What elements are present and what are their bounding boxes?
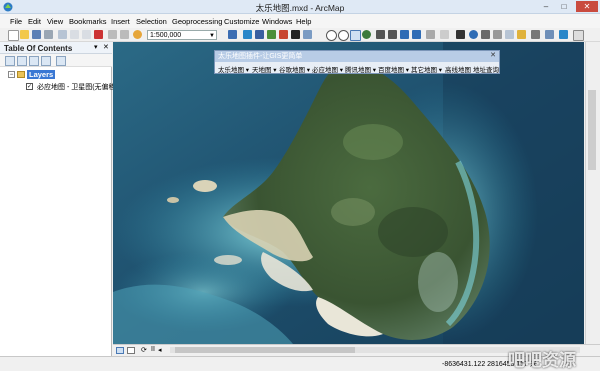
plugin-title: 太乐地图插件-让GIS更简单 — [218, 53, 303, 60]
new-document-icon[interactable] — [8, 30, 19, 41]
close-window-button[interactable]: ✕ — [576, 1, 598, 12]
data-view-icon[interactable] — [116, 347, 124, 354]
list-by-selection-icon[interactable] — [41, 56, 51, 66]
taile-map-plugin-toolbar: 太乐地图插件-让GIS更简单 ✕ 太乐地图 ▾ 天地图 ▾ 谷歌地图 ▾ 必应地… — [214, 50, 500, 74]
collapse-layers-icon[interactable]: − — [8, 71, 15, 78]
window-title: 太乐地图.mxd - ArcMap — [255, 3, 345, 13]
cut-icon[interactable] — [58, 30, 67, 39]
toc-header: Table Of Contents ▾ ✕ — [0, 42, 112, 54]
toc-toolbar — [0, 54, 112, 67]
plugin-other-map-dropdown[interactable]: 其它地图 ▾ — [411, 64, 442, 74]
zoom-in-icon[interactable] — [326, 30, 337, 41]
satellite-image — [113, 42, 584, 344]
menu-help[interactable]: Help — [296, 17, 311, 26]
menu-bookmarks[interactable]: Bookmarks — [69, 17, 107, 26]
plugin-bing-map-dropdown[interactable]: 必应地图 ▾ — [312, 64, 343, 74]
create-viewer-icon[interactable] — [559, 30, 568, 39]
plugin-tencent-map-dropdown[interactable]: 腾讯地图 ▾ — [345, 64, 376, 74]
select-elements-icon[interactable] — [456, 30, 465, 39]
menu-selection[interactable]: Selection — [136, 17, 167, 26]
plugin-contour-map-button[interactable]: 高线地图 — [445, 64, 471, 74]
minimize-button[interactable]: – — [538, 1, 554, 12]
map-scale-dropdown[interactable]: 1:500,000 ▼ — [147, 30, 217, 40]
title-bar: 太乐地图.mxd - ArcMap – □ ✕ — [0, 0, 600, 14]
pan-icon[interactable] — [350, 30, 361, 41]
paste-icon[interactable] — [82, 30, 91, 39]
map-vertical-scrollbar[interactable] — [585, 42, 600, 344]
identify-icon[interactable] — [469, 30, 478, 39]
watermark-text: 吧吧资源 — [508, 351, 576, 370]
list-by-drawing-order-icon[interactable] — [5, 56, 15, 66]
toc-options-icon[interactable]: ▾ — [94, 43, 98, 51]
previous-extent-icon[interactable] — [400, 30, 409, 39]
html-popup-icon[interactable] — [517, 30, 526, 39]
list-by-source-icon[interactable] — [17, 56, 27, 66]
python-window-icon[interactable] — [291, 30, 300, 39]
editor-toolbar-icon[interactable] — [228, 30, 237, 39]
refresh-icon[interactable]: ⟳ — [141, 346, 147, 354]
menu-view[interactable]: View — [47, 17, 63, 26]
hyperlink-icon[interactable] — [505, 30, 514, 39]
save-icon[interactable] — [32, 30, 41, 39]
toc-title: Table Of Contents — [4, 44, 73, 53]
catalog-icon[interactable] — [255, 30, 264, 39]
full-extent-icon[interactable] — [362, 30, 371, 39]
undo-icon[interactable] — [108, 30, 117, 39]
table-of-contents-icon[interactable] — [243, 30, 252, 39]
toc-options-button-icon[interactable] — [56, 56, 66, 66]
scroll-left-icon[interactable]: ◂ — [158, 346, 162, 354]
vertical-scroll-thumb[interactable] — [588, 90, 596, 170]
copy-icon[interactable] — [70, 30, 79, 39]
pause-drawing-icon[interactable]: II — [151, 346, 155, 353]
maximize-button[interactable]: □ — [556, 1, 572, 12]
menu-bar: File Edit View Bookmarks Insert Selectio… — [0, 14, 600, 28]
plugin-tianditu-dropdown[interactable]: 天地图 ▾ — [252, 64, 277, 74]
list-by-visibility-icon[interactable] — [29, 56, 39, 66]
plugin-taile-map-dropdown[interactable]: 太乐地图 ▾ — [218, 64, 249, 74]
delete-icon[interactable] — [94, 30, 103, 39]
menu-geoprocessing[interactable]: Geoprocessing — [172, 17, 222, 26]
toc-close-icon[interactable]: ✕ — [103, 43, 109, 51]
plugin-title-bar[interactable]: 太乐地图插件-让GIS更简单 — [215, 51, 499, 62]
horizontal-scroll-thumb[interactable] — [175, 347, 355, 353]
add-data-icon[interactable] — [133, 30, 142, 39]
menu-edit[interactable]: Edit — [28, 17, 41, 26]
arctoolbox-icon[interactable] — [279, 30, 288, 39]
fixed-zoom-out-icon[interactable] — [388, 30, 397, 39]
chevron-down-icon: ▼ — [209, 33, 215, 39]
open-folder-icon[interactable] — [20, 30, 29, 39]
layer-visibility-checkbox[interactable]: ✓ — [26, 83, 33, 90]
standard-toolbar: 1:500,000 ▼ — [0, 28, 600, 42]
time-slider-icon[interactable] — [545, 30, 554, 39]
menu-customize[interactable]: Customize — [224, 17, 259, 26]
plugin-google-map-dropdown[interactable]: 谷歌地图 ▾ — [279, 64, 310, 74]
zoom-out-icon[interactable] — [338, 30, 349, 41]
layout-view-tab-icon[interactable] — [127, 347, 135, 354]
layers-root-label[interactable]: Layers — [27, 70, 56, 79]
map-scale-value: 1:500,000 — [150, 32, 182, 39]
plugin-address-search-button[interactable]: 地址查询 — [473, 64, 499, 74]
model-builder-icon[interactable] — [303, 30, 312, 39]
clear-selection-icon[interactable] — [440, 30, 449, 39]
menu-file[interactable]: File — [10, 17, 22, 26]
map-view[interactable] — [113, 42, 584, 344]
select-features-icon[interactable] — [426, 30, 435, 39]
redo-icon[interactable] — [120, 30, 129, 39]
layers-folder-icon — [17, 71, 25, 78]
go-to-xy-icon[interactable] — [531, 30, 540, 39]
fixed-zoom-in-icon[interactable] — [376, 30, 385, 39]
menu-insert[interactable]: Insert — [111, 17, 130, 26]
layer-name[interactable]: 必应地图 - 卫星图(无偏移) — [37, 82, 118, 92]
next-extent-icon[interactable] — [412, 30, 421, 39]
print-icon[interactable] — [44, 30, 53, 39]
find-icon[interactable] — [481, 30, 490, 39]
table-of-contents-panel: Table Of Contents ▾ ✕ − Layers ✓ 必应地图 - … — [0, 42, 118, 356]
measure-icon[interactable] — [493, 30, 502, 39]
layout-view-icon[interactable] — [573, 30, 584, 41]
menu-windows[interactable]: Windows — [262, 17, 292, 26]
search-window-icon[interactable] — [267, 30, 276, 39]
plugin-close-icon[interactable]: ✕ — [490, 51, 496, 59]
plugin-baidu-map-dropdown[interactable]: 百度地图 ▾ — [378, 64, 409, 74]
